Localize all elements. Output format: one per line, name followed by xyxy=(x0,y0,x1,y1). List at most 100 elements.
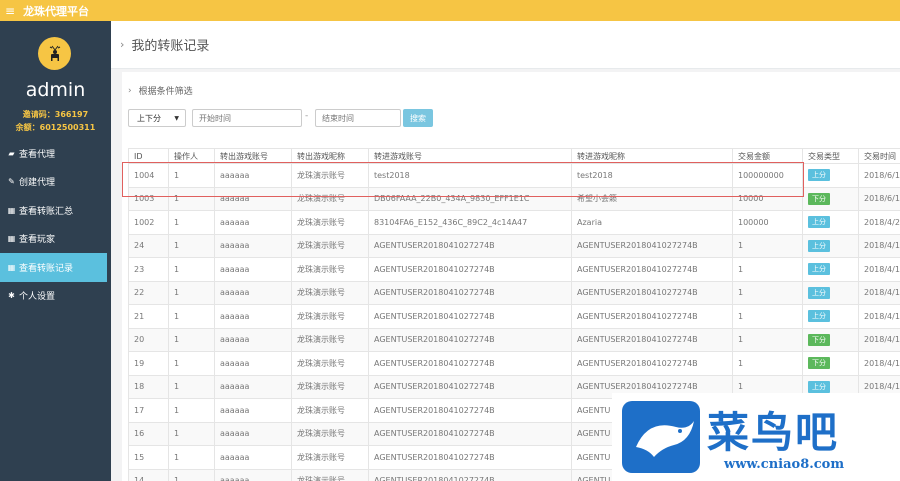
table-row[interactable]: 24 1 aaaaaa 龙珠演示账号 AGENTUSER2018041027274B AG… xyxy=(128,233,900,258)
column-header: 操作人 xyxy=(168,148,215,164)
table-cell: 1 xyxy=(168,327,215,352)
table-cell: 2018/4/10 xyxy=(858,257,900,282)
table-cell: 17 xyxy=(128,398,169,423)
sidebar-item-3[interactable]: ▦ 查看玩家 xyxy=(0,225,111,254)
sidebar-item-label: 创建代理 xyxy=(19,178,56,189)
table-cell: 1 xyxy=(168,421,215,446)
table-cell: AGENTUSER2018041027274B xyxy=(571,327,733,352)
table-cell: 龙珠演示账号 xyxy=(291,421,369,446)
table-cell: aaaaaa xyxy=(214,210,292,235)
table-cell: 龙珠演示账号 xyxy=(291,468,369,481)
table-cell: aaaaaa xyxy=(214,445,292,470)
transaction-type-select[interactable]: 上下分 ▼ xyxy=(128,109,186,127)
chevron-right-icon: › xyxy=(128,85,132,96)
filter-title[interactable]: › 根据条件筛选 xyxy=(128,84,193,98)
column-header: 转出游戏账号 xyxy=(214,148,292,164)
table-cell: 2018/4/10 xyxy=(858,351,900,376)
table-cell: 1 xyxy=(168,374,215,399)
table-cell: 上分 xyxy=(802,304,859,329)
watermark: 菜鸟吧 www.cniao8.com xyxy=(612,393,900,481)
table-cell: 2018/4/10 xyxy=(858,327,900,352)
transaction-type-badge: 上分 xyxy=(808,169,830,182)
sidebar-item-0[interactable]: ▰ 查看代理 xyxy=(0,139,111,168)
table-cell: 龙珠演示账号 xyxy=(291,257,369,282)
table-cell: 龙珠演示账号 xyxy=(291,445,369,470)
sidebar-item-4[interactable]: ▦ 查看转账记录 xyxy=(0,253,107,282)
table-cell: 19 xyxy=(128,351,169,376)
table-cell: 1 xyxy=(732,304,803,329)
sidebar-item-2[interactable]: ▦ 查看转账汇总 xyxy=(0,196,111,225)
table-icon: ▦ xyxy=(7,205,16,215)
column-header: 交易金额 xyxy=(732,148,803,164)
table-cell: 上分 xyxy=(802,163,859,188)
table-cell: test2018 xyxy=(368,163,572,188)
table-cell: 24 xyxy=(128,233,169,258)
table-cell: 1002 xyxy=(128,210,169,235)
table-cell: AGENTUSER2018041027274B xyxy=(571,257,733,282)
table-cell: 22 xyxy=(128,280,169,305)
table-cell: aaaaaa xyxy=(214,257,292,282)
column-header: 交易时间 xyxy=(858,148,900,164)
table-cell: 1 xyxy=(168,210,215,235)
table-cell: 下分 xyxy=(802,351,859,376)
column-header: 转进游戏昵称 xyxy=(571,148,733,164)
table-cell: 上分 xyxy=(802,210,859,235)
table-cell: 1 xyxy=(168,233,215,258)
table-cell: 100000000 xyxy=(732,163,803,188)
sidebar-item-label: 个人设置 xyxy=(19,292,56,303)
table-cell: 10000 xyxy=(732,186,803,211)
table-cell: 2018/4/10 xyxy=(858,304,900,329)
table-cell: 希望小会籁 xyxy=(571,186,733,211)
column-header: 转出游戏昵称 xyxy=(291,148,369,164)
table-cell: AGENTUSER2018041027274B xyxy=(368,421,572,446)
table-row[interactable]: 23 1 aaaaaa 龙珠演示账号 AGENTUSER2018041027274B AG… xyxy=(128,257,900,282)
table-cell: test2018 xyxy=(571,163,733,188)
table-cell: 上分 xyxy=(802,233,859,258)
menu-icon[interactable]: ≡ xyxy=(5,4,15,18)
transaction-type-badge: 下分 xyxy=(808,333,830,346)
table-row[interactable]: 20 1 aaaaaa 龙珠演示账号 AGENTUSER2018041027274B AG… xyxy=(128,327,900,352)
cogs-icon: ✱ xyxy=(8,291,15,301)
table-cell: 83104FA6_E152_436C_89C2_4c14A47 xyxy=(368,210,572,235)
table-cell: 龙珠演示账号 xyxy=(291,163,369,188)
sidebar-item-1[interactable]: ✎ 创建代理 xyxy=(0,168,111,197)
table-cell: AGENTUSER2018041027274B xyxy=(571,304,733,329)
table-row[interactable]: 1003 1 aaaaaa 龙珠演示账号 DB06FAAA_22B0_434A_9830… xyxy=(128,186,900,211)
transaction-type-badge: 上分 xyxy=(808,380,830,393)
start-time-input[interactable] xyxy=(192,109,302,127)
table-cell: Azaria xyxy=(571,210,733,235)
invite-code: 邀请码：366197 xyxy=(22,110,89,119)
table-cell: 2018/6/15 xyxy=(858,163,900,188)
table-cell: AGENTUSER2018041027274B xyxy=(368,374,572,399)
table-cell: 1 xyxy=(732,327,803,352)
table-row[interactable]: 19 1 aaaaaa 龙珠演示账号 AGENTUSER2018041027274B AG… xyxy=(128,351,900,376)
page-header: › 我的转账记录 xyxy=(111,21,900,69)
bird-logo-icon xyxy=(622,401,700,473)
deer-logo-icon xyxy=(38,37,71,70)
table-header-row: ID 操作人 转出游戏账号 转出游戏昵称 转进游戏账号 转进游戏昵称 交易金额 交易类型 交易时… xyxy=(128,148,900,164)
top-bar: ≡ 龙珠代理平台 xyxy=(0,0,900,21)
table-row[interactable]: 21 1 aaaaaa 龙珠演示账号 AGENTUSER2018041027274B AG… xyxy=(128,304,900,329)
table-cell: 15 xyxy=(128,445,169,470)
table-cell: 1 xyxy=(168,445,215,470)
table-row[interactable]: 1002 1 aaaaaa 龙珠演示账号 83104FA6_E152_436C_89C2… xyxy=(128,210,900,235)
table-cell: 上分 xyxy=(802,257,859,282)
table-cell: 2018/4/10 xyxy=(858,233,900,258)
app-title: 龙珠代理平台 xyxy=(23,4,90,18)
sidebar-item-5[interactable]: ✱ 个人设置 xyxy=(0,282,111,311)
table-cell: 1 xyxy=(732,257,803,282)
table-row[interactable]: 1004 1 aaaaaa 龙珠演示账号 test2018 test2018 1000000… xyxy=(128,163,900,188)
table-row[interactable]: 22 1 aaaaaa 龙珠演示账号 AGENTUSER2018041027274B AG… xyxy=(128,280,900,305)
table-cell: aaaaaa xyxy=(214,374,292,399)
table-cell: 龙珠演示账号 xyxy=(291,233,369,258)
table-cell: 21 xyxy=(128,304,169,329)
table-cell: AGENTUSER2018041027274B xyxy=(368,304,572,329)
end-time-input[interactable] xyxy=(315,109,401,127)
table-cell: 下分 xyxy=(802,186,859,211)
sidebar-item-label: 查看转账记录 xyxy=(19,263,74,274)
table-cell: 1 xyxy=(168,186,215,211)
search-button[interactable]: 搜索 xyxy=(403,109,433,127)
table-cell: AGENTUSER2018041027274B xyxy=(368,327,572,352)
table-cell: DB06FAAA_22B0_434A_9830_EFF1E1C xyxy=(368,186,572,211)
table-cell: AGENTUSER2018041027274B xyxy=(571,351,733,376)
